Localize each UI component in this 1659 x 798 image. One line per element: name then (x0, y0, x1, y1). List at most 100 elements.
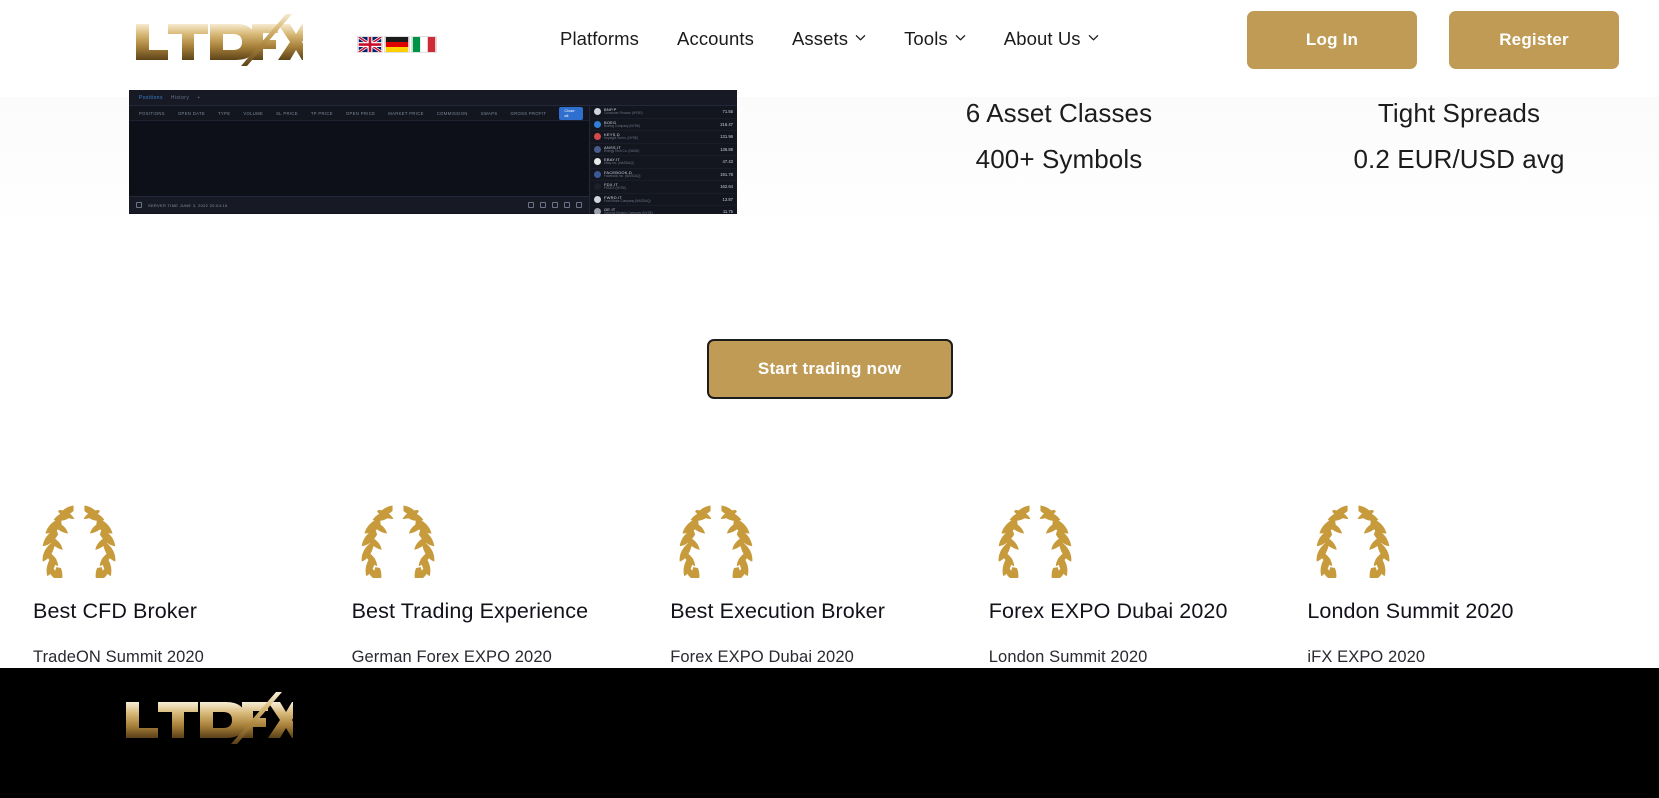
col-commission: COMMISSION (436, 110, 468, 116)
watchlist-value: 47.43 (722, 159, 733, 165)
watchlist-desc: Keysight Techn. (NYSE) (604, 136, 639, 141)
nav-label: Tools (904, 28, 948, 49)
header-actions: Log In Register (1247, 11, 1619, 69)
watchlist-desc: Boeing Company (NYSE) (604, 123, 641, 128)
watchlist-value: 136.88 (720, 146, 733, 152)
platform-table-body (129, 121, 589, 196)
stat-line-1: Tight Spreads (1377, 98, 1541, 128)
col-sl-price: SL PRICE (276, 110, 298, 116)
watchlist-value: 216.47 (720, 121, 733, 127)
col-positions: POSITIONS (139, 110, 165, 116)
watchlist-row: ANSS.IT Energy Tech Co. (NASD) 136.88 (590, 144, 737, 156)
symbol-avatar (594, 183, 601, 191)
award-subtitle: London Summit 2020 (988, 648, 1148, 666)
col-swaps: SWAPS (480, 110, 498, 116)
hero-stats: 6 Asset Classes 400+ Symbols Tight Sprea… (859, 98, 1659, 174)
nav-label: About Us (1003, 28, 1081, 49)
chevron-down-icon (855, 32, 866, 43)
ltdfx-logo-icon (136, 14, 303, 66)
site-logo[interactable] (128, 8, 303, 70)
alert-icon (564, 202, 570, 208)
watchlist-row: EBAY.IT eBay Inc. (NASDAQ) 47.43 (590, 156, 737, 169)
award-card: Forex EXPO Dubai 2020 London Summit 2020 (989, 500, 1308, 668)
site-header: Platforms Accounts Assets Tools About Us (0, 0, 1659, 82)
award-title: Best Trading Experience (351, 599, 589, 623)
server-time-text: SERVER TIME JUNE 3, 2022 20:04:15 (148, 202, 228, 208)
platform-statusbar: SERVER TIME JUNE 3, 2022 20:04:15 (129, 196, 589, 213)
watchlist-desc: eBay Inc. (NASDAQ) (604, 161, 634, 166)
award-title: Best CFD Broker (33, 599, 197, 623)
symbol-avatar (594, 108, 601, 116)
chevron-down-icon (1088, 32, 1099, 43)
symbol-avatar (594, 170, 601, 178)
platform-watchlist: BNP.P Consumer Finance (NYSE) 71.55 BOEG Bo… (589, 106, 737, 214)
italian-flag-icon[interactable] (411, 36, 437, 53)
nav-item-tools[interactable]: Tools (904, 26, 966, 52)
watchlist-value: 11.75 (722, 209, 733, 214)
laurel-wreath-icon (998, 505, 1072, 578)
watchlist-value: 131.96 (720, 134, 733, 140)
award-title: Best Execution Broker (670, 599, 885, 623)
chevron-down-icon (955, 32, 966, 43)
award-subtitle: iFX EXPO 2020 (1307, 648, 1426, 666)
login-button[interactable]: Log In (1247, 11, 1417, 69)
col-type: TYPE (218, 110, 231, 116)
watchlist-row: FACEBOOK.D Facebook Inc. (NASDAQ) 191.78 (590, 169, 737, 181)
stat-line-1: 6 Asset Classes (965, 98, 1153, 128)
trading-platform-screenshot: Positions History + POSITIONS OPEN DATE … (129, 90, 737, 214)
watchlist-row: KEYS.D Keysight Techn. (NYSE) 131.96 (590, 131, 737, 144)
watchlist-row: GE.IT General Electric Company (NYSE) 11.7… (590, 206, 737, 214)
laurel-wreath-icon (42, 505, 116, 578)
award-card: Best Trading Experience German Forex EXP… (352, 500, 671, 668)
stat-line-2: 400+ Symbols (975, 144, 1143, 174)
watchlist-desc: Ford Motor Company (NASDAQ) (604, 198, 651, 203)
awards-section: Best CFD Broker TradeON Summit 2020 Best… (0, 500, 1659, 668)
footer-logo[interactable] (118, 686, 304, 748)
watchlist-value: 13.87 (722, 196, 733, 202)
language-switcher[interactable] (357, 36, 437, 53)
platform-tab-positions: Positions (139, 94, 163, 101)
award-subtitle: Forex EXPO Dubai 2020 (670, 648, 854, 666)
start-trading-now-button[interactable]: Start trading now (706, 339, 953, 399)
symbol-avatar (594, 133, 601, 141)
col-tp-price: TP PRICE (310, 110, 333, 116)
register-button[interactable]: Register (1449, 11, 1619, 69)
symbol-avatar (594, 120, 601, 128)
nav-label: Accounts (677, 28, 754, 49)
col-open-price: OPEN PRICE (345, 110, 376, 116)
watchlist-desc: Energy Tech Co. (NASD) (604, 148, 640, 153)
award-title: Forex EXPO Dubai 2020 (988, 599, 1228, 623)
nav-item-accounts[interactable]: Accounts (677, 26, 754, 52)
nav-item-about-us[interactable]: About Us (1004, 26, 1099, 52)
german-flag-icon[interactable] (384, 36, 410, 53)
award-title: London Summit 2020 (1307, 599, 1514, 623)
col-gross-profit: GROSS PROFIT (510, 110, 547, 116)
page-root: Platforms Accounts Assets Tools About Us (0, 0, 1659, 798)
english-flag-icon[interactable] (357, 36, 383, 53)
watchlist-desc: FEDEX (NYSE) (604, 186, 627, 191)
symbol-avatar (594, 208, 601, 214)
watchlist-row: BNP.P Consumer Finance (NYSE) 71.55 (590, 106, 737, 119)
stat-line-2: 0.2 EUR/USD avg (1353, 144, 1565, 174)
platform-tab-add: + (197, 94, 201, 101)
col-open-date: OPEN DATE (177, 110, 205, 116)
nav-item-platforms[interactable]: Platforms (560, 26, 639, 52)
nav-item-assets[interactable]: Assets (792, 26, 866, 52)
nav-label: Assets (791, 28, 849, 49)
laurel-wreath-icon (1316, 505, 1390, 578)
award-card: Best CFD Broker TradeON Summit 2020 (33, 500, 352, 668)
watchlist-row: BOEG Boeing Company (NYSE) 216.47 (590, 119, 737, 131)
platform-tab-history: History (170, 94, 190, 101)
watchlist-value: 71.55 (722, 109, 733, 115)
col-volume: VOLUME (243, 110, 264, 116)
nav-label: Platforms (560, 28, 640, 49)
ltdfx-logo-icon (126, 692, 304, 744)
settings-icon (576, 202, 582, 208)
main-navigation: Platforms Accounts Assets Tools About Us (560, 26, 1099, 52)
symbol-avatar (594, 145, 601, 153)
award-card: Best Execution Broker Forex EXPO Dubai 2… (670, 500, 989, 668)
symbol-avatar (594, 195, 601, 203)
laurel-wreath-icon (361, 505, 435, 578)
award-subtitle: German Forex EXPO 2020 (351, 648, 552, 666)
award-subtitle: TradeON Summit 2020 (33, 648, 204, 666)
